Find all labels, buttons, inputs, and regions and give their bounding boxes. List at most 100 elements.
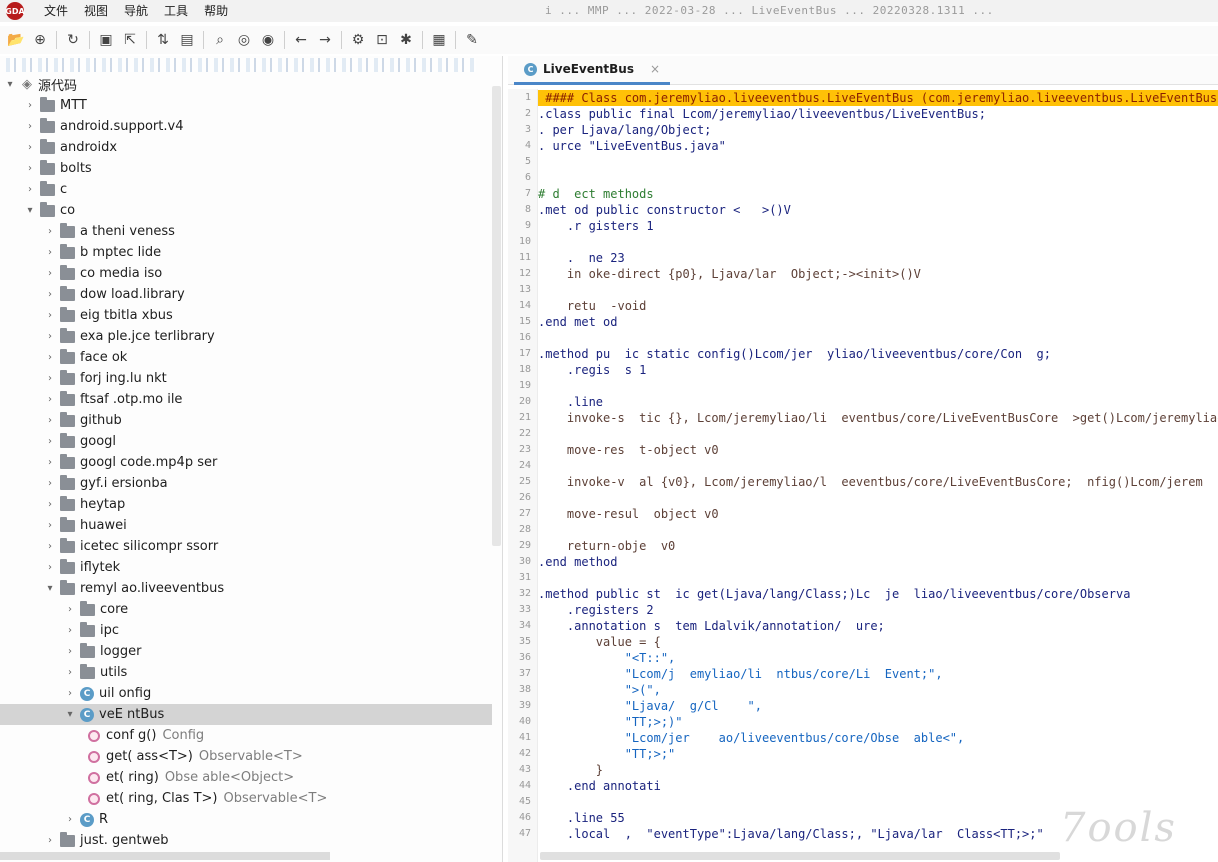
chevron-right-icon[interactable]: › <box>44 835 56 846</box>
tree-package-item[interactable]: › core <box>0 599 492 620</box>
open-icon[interactable]: 📂 <box>5 29 27 51</box>
tree-package-item[interactable]: › MTT <box>0 95 492 116</box>
menu-file[interactable]: 文件 <box>36 0 76 22</box>
tree-icon[interactable]: ▤ <box>176 29 198 51</box>
tree-package-item[interactable]: › a theni veness <box>0 221 492 242</box>
tree-package-item[interactable]: › exa ple.jce terlibrary <box>0 326 492 347</box>
tree-package-item[interactable]: › heytap <box>0 494 492 515</box>
chevron-right-icon[interactable]: › <box>44 520 56 531</box>
debug-icon[interactable]: ✱ <box>395 29 417 51</box>
tree-package-item[interactable]: › eig tbitla xbus <box>0 305 492 326</box>
tree-class-item[interactable]: › C uil onfig <box>0 683 492 704</box>
inspect-icon[interactable]: ⊡ <box>371 29 393 51</box>
chevron-right-icon[interactable]: › <box>24 163 36 174</box>
chevron-right-icon[interactable]: › <box>44 310 56 321</box>
chevron-right-icon[interactable]: › <box>64 646 76 657</box>
chevron-right-icon[interactable]: › <box>64 604 76 615</box>
chevron-right-icon[interactable]: › <box>44 457 56 468</box>
tree-package-item[interactable]: › icetec silicompr ssorr <box>0 536 492 557</box>
tree-class-item[interactable]: ▾ C veE ntBus <box>0 704 492 725</box>
search-icon[interactable]: ⌕ <box>209 29 231 51</box>
tree-method-item[interactable]: et( ring, Clas T>) Observable<T> <box>0 788 492 809</box>
line-number: 34 <box>518 620 531 631</box>
tree-package-item[interactable]: › co media iso <box>0 263 492 284</box>
menu-tools[interactable]: 工具 <box>156 0 196 22</box>
tree-package-item[interactable]: › dow load.library <box>0 284 492 305</box>
tree-package-item[interactable]: › ftsaf .otp.mo ile <box>0 389 492 410</box>
tree-package-item[interactable]: › c <box>0 179 492 200</box>
chevron-right-icon[interactable]: › <box>44 394 56 405</box>
menu-help[interactable]: 帮助 <box>196 0 236 22</box>
chevron-right-icon[interactable]: › <box>44 541 56 552</box>
tree-vertical-scrollbar[interactable] <box>492 86 501 546</box>
chevron-down-icon[interactable]: ▾ <box>4 79 16 90</box>
chevron-right-icon[interactable]: › <box>44 352 56 363</box>
chevron-right-icon[interactable]: › <box>64 688 76 699</box>
code-editor[interactable]: #### Class com.jeremyliao.liveeventbus.L… <box>538 89 1218 862</box>
tree-package-item[interactable]: › utils <box>0 662 492 683</box>
chevron-right-icon[interactable]: › <box>44 268 56 279</box>
tree-package-item[interactable]: › ipc <box>0 620 492 641</box>
sync-icon[interactable]: ⇅ <box>152 29 174 51</box>
editor-horizontal-scrollbar[interactable] <box>540 852 1060 860</box>
chevron-right-icon[interactable]: › <box>44 247 56 258</box>
menu-view[interactable]: 视图 <box>76 0 116 22</box>
export-icon[interactable]: ⇱ <box>119 29 141 51</box>
chevron-down-icon[interactable]: ▾ <box>44 583 56 594</box>
chevron-right-icon[interactable]: › <box>24 100 36 111</box>
log-icon[interactable]: ▦ <box>428 29 450 51</box>
tree-package-item[interactable]: › androidx <box>0 137 492 158</box>
close-icon[interactable]: × <box>650 62 660 76</box>
tree-method-item[interactable]: get( ass<T>) Observable<T> <box>0 746 492 767</box>
tree-root[interactable]: ▾ ◈ 源代码 <box>0 74 492 95</box>
tree-package-item[interactable]: › face ok <box>0 347 492 368</box>
chevron-right-icon[interactable]: › <box>44 415 56 426</box>
chevron-right-icon[interactable]: › <box>64 814 76 825</box>
chevron-right-icon[interactable]: › <box>44 331 56 342</box>
tree-package-item[interactable]: › iflytek <box>0 557 492 578</box>
tree-method-item[interactable]: et( ring) Obse able<Object> <box>0 767 492 788</box>
tree-package-item[interactable]: ▾ co <box>0 200 492 221</box>
tree-package-item[interactable]: › forj ing.lu nkt <box>0 368 492 389</box>
chevron-right-icon[interactable]: › <box>64 667 76 678</box>
tree-package-item[interactable]: › github <box>0 410 492 431</box>
chevron-down-icon[interactable]: ▾ <box>24 205 36 216</box>
decompile-icon[interactable]: ⚙ <box>347 29 369 51</box>
tree-package-item[interactable]: ▾ remyl ao.liveeventbus <box>0 578 492 599</box>
tree-package-item[interactable]: › b mptec lide <box>0 242 492 263</box>
tree-package-item[interactable]: › googl code.mp4p ser <box>0 452 492 473</box>
chevron-right-icon[interactable]: › <box>44 562 56 573</box>
chevron-right-icon[interactable]: › <box>24 142 36 153</box>
chevron-right-icon[interactable]: › <box>24 121 36 132</box>
chevron-down-icon[interactable]: ▾ <box>64 709 76 720</box>
chevron-right-icon[interactable]: › <box>44 289 56 300</box>
chevron-right-icon[interactable]: › <box>44 499 56 510</box>
forward-icon[interactable]: → <box>314 29 336 51</box>
refresh-icon[interactable]: ↻ <box>62 29 84 51</box>
chevron-right-icon[interactable]: › <box>44 478 56 489</box>
tree-package-item[interactable]: › huawei <box>0 515 492 536</box>
chevron-right-icon[interactable]: › <box>44 373 56 384</box>
find-class-icon[interactable]: ◎ <box>233 29 255 51</box>
back-icon[interactable]: ← <box>290 29 312 51</box>
tree-horizontal-scrollbar[interactable] <box>0 852 330 860</box>
menu-navigate[interactable]: 导航 <box>116 0 156 22</box>
tree-package-item[interactable]: › bolts <box>0 158 492 179</box>
chevron-right-icon[interactable]: › <box>44 226 56 237</box>
add-icon[interactable]: ⊕ <box>29 29 51 51</box>
chevron-right-icon[interactable]: › <box>24 184 36 195</box>
settings-icon[interactable]: ✎ <box>461 29 483 51</box>
tree-package-item[interactable]: › logger <box>0 641 492 662</box>
tab-liveeventbus[interactable]: C LiveEventBus × <box>514 56 671 85</box>
chevron-right-icon[interactable]: › <box>64 625 76 636</box>
find-method-icon[interactable]: ◉ <box>257 29 279 51</box>
save-icon[interactable]: ▣ <box>95 29 117 51</box>
tree-package-item[interactable]: › googl <box>0 431 492 452</box>
tree-package-item[interactable]: › gyf.i ersionba <box>0 473 492 494</box>
tree-package-item[interactable]: › just. gentweb <box>0 830 492 851</box>
tree-class-item[interactable]: › C R <box>0 809 492 830</box>
tree-method-item[interactable]: conf g() Config <box>0 725 492 746</box>
tree-package-item[interactable]: › android.support.v4 <box>0 116 492 137</box>
code-line: "Ljava/ g/Cl ", <box>538 699 762 713</box>
chevron-right-icon[interactable]: › <box>44 436 56 447</box>
